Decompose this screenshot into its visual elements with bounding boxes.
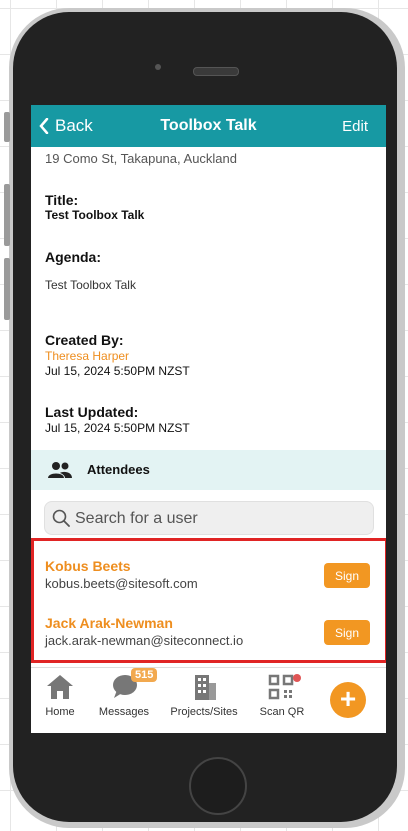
attendee-name: Jack Arak-Newman xyxy=(45,615,173,631)
created-date: Jul 15, 2024 5:50PM NZST xyxy=(45,364,190,378)
volume-down-button xyxy=(4,258,10,320)
agenda-label: Agenda: xyxy=(45,249,101,265)
agenda-value: Test Toolbox Talk xyxy=(45,278,136,292)
tab-home[interactable]: Home xyxy=(43,674,77,718)
tab-messages-label: Messages xyxy=(98,706,150,718)
title-label: Title: xyxy=(45,192,79,208)
attendee-name: Kobus Beets xyxy=(45,558,131,574)
last-updated-label: Last Updated: xyxy=(45,404,139,420)
tab-projects-label: Projects/Sites xyxy=(170,706,238,718)
edit-button[interactable]: Edit xyxy=(342,118,368,135)
bottom-tab-bar: Home Messages 515 Projects/Sites Scan QR… xyxy=(31,667,386,733)
tab-projects-sites[interactable]: Projects/Sites xyxy=(169,674,239,718)
attendees-label: Attendees xyxy=(87,462,150,477)
attendee-email: kobus.beets@sitesoft.com xyxy=(45,576,198,591)
creator-name[interactable]: Theresa Harper xyxy=(45,349,129,363)
site-address: 19 Como St, Takapuna, Auckland xyxy=(45,151,237,166)
sign-button[interactable]: Sign xyxy=(324,620,370,645)
tab-scan-label: Scan QR xyxy=(259,706,305,718)
buildings-icon xyxy=(195,675,216,700)
people-icon xyxy=(48,462,72,478)
created-by-label: Created By: xyxy=(45,332,124,348)
sign-button[interactable]: Sign xyxy=(324,563,370,588)
updated-date: Jul 15, 2024 5:50PM NZST xyxy=(45,421,190,435)
messages-count-badge: 515 xyxy=(131,668,158,682)
tab-home-label: Home xyxy=(45,706,75,718)
qr-code-icon xyxy=(268,674,294,700)
search-icon xyxy=(52,509,70,527)
search-input[interactable] xyxy=(73,502,367,536)
attendee-email: jack.arak-newman@siteconnect.io xyxy=(45,633,244,648)
nav-header: Back Toolbox Talk Edit xyxy=(31,105,386,147)
home-icon xyxy=(47,675,73,699)
earpiece-speaker xyxy=(193,67,239,76)
home-hardware-button[interactable] xyxy=(189,757,247,815)
attendees-section-header: Attendees xyxy=(31,450,386,490)
volume-up-button xyxy=(4,184,10,246)
app-screen: Back Toolbox Talk Edit 19 Como St, Takap… xyxy=(31,105,386,733)
mute-switch xyxy=(4,112,10,142)
user-search-box[interactable] xyxy=(44,501,374,536)
page-title: Toolbox Talk xyxy=(160,117,257,134)
front-camera xyxy=(155,64,161,70)
add-button[interactable]: + xyxy=(330,682,366,718)
scan-notification-dot xyxy=(293,674,301,682)
title-value: Test Toolbox Talk xyxy=(45,208,145,222)
